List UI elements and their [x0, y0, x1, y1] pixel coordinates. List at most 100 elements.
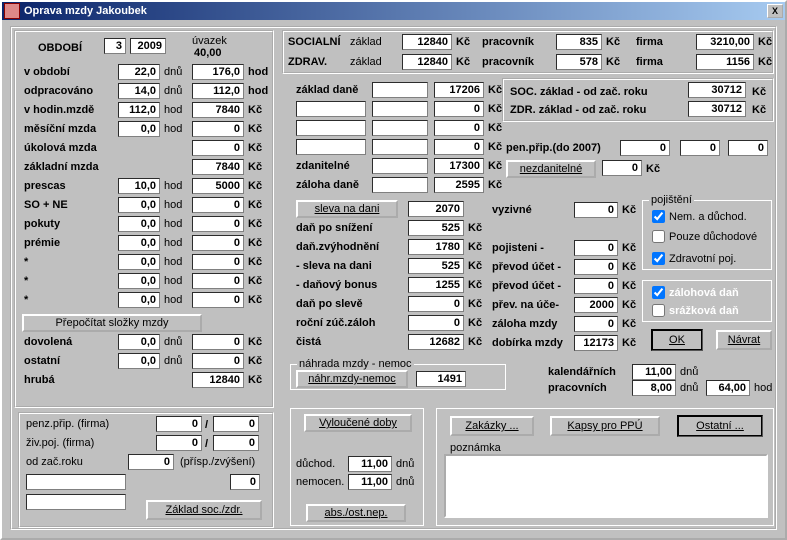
ml2-lfld[interactable] — [296, 120, 366, 136]
lrow4-b[interactable]: 0 — [192, 140, 244, 156]
lrow7-a[interactable]: 0,0 — [118, 197, 160, 213]
lrow1-b[interactable]: 112,0 — [192, 83, 244, 99]
sleva-v[interactable]: 2070 — [408, 201, 464, 217]
lrow2-2-b[interactable]: 12840 — [192, 372, 244, 388]
hod-v[interactable]: 64,00 — [706, 380, 750, 396]
ml3-b[interactable]: 0 — [434, 139, 484, 155]
nezdanitelne-button[interactable]: nezdanitelné — [506, 160, 596, 178]
r3-v[interactable]: 0 — [574, 259, 618, 275]
lrow11-b[interactable]: 0 — [192, 273, 244, 289]
zdr-zaklad[interactable]: 12840 — [402, 54, 452, 70]
kal-v[interactable]: 11,00 — [632, 364, 676, 380]
chk-zaloh-box[interactable] — [652, 286, 665, 299]
lrow10-a[interactable]: 0,0 — [118, 254, 160, 270]
lrow8-a[interactable]: 0,0 — [118, 216, 160, 232]
lrow3-a[interactable]: 0,0 — [118, 121, 160, 137]
chk-duchod-box[interactable] — [652, 230, 665, 243]
pen07-c[interactable]: 0 — [728, 140, 768, 156]
lrow12-b[interactable]: 0 — [192, 292, 244, 308]
chk-zdrav[interactable]: Zdravotní poj. — [652, 252, 736, 265]
r5-v[interactable]: 2000 — [574, 297, 618, 313]
chk-srazk[interactable]: srážková daň — [652, 304, 739, 317]
abs-button[interactable]: abs./ost.nep. — [306, 504, 406, 522]
vyl-button[interactable]: Vyloučené doby — [304, 414, 412, 432]
zaklad-soc-zdr-button[interactable]: Základ soc./zdr. — [146, 500, 262, 520]
soc-zaklad[interactable]: 12840 — [402, 34, 452, 50]
ml4-a[interactable] — [372, 158, 428, 174]
lrow7-b[interactable]: 0 — [192, 197, 244, 213]
navrat-button[interactable]: Návrat — [716, 330, 772, 350]
lrow2-1-a[interactable]: 0,0 — [118, 353, 160, 369]
penz-blank3[interactable]: 0 — [230, 474, 260, 490]
lrow3-b[interactable]: 0 — [192, 121, 244, 137]
lrow10-b[interactable]: 0 — [192, 254, 244, 270]
lrow2-0-b[interactable]: 0 — [192, 334, 244, 350]
ml3-lfld[interactable] — [296, 139, 366, 155]
prepocitat-button[interactable]: Přepočítat složky mzdy — [22, 314, 202, 332]
r2-v[interactable]: 0 — [574, 240, 618, 256]
lrow5-b[interactable]: 7840 — [192, 159, 244, 175]
prac-v[interactable]: 8,00 — [632, 380, 676, 396]
soc-firma[interactable]: 3210,00 — [696, 34, 754, 50]
penz-blank2[interactable] — [26, 494, 126, 510]
zdr-prac[interactable]: 578 — [556, 54, 602, 70]
lrow0-b[interactable]: 176,0 — [192, 64, 244, 80]
ml2-a[interactable] — [372, 120, 428, 136]
penz-blank1[interactable] — [26, 474, 126, 490]
lrow2-b[interactable]: 7840 — [192, 102, 244, 118]
dedu6-v[interactable]: 12682 — [408, 334, 464, 350]
ml3-a[interactable] — [372, 139, 428, 155]
penz-v1a[interactable]: 0 — [156, 416, 202, 432]
chk-duchod[interactable]: Pouze důchodové — [652, 230, 757, 243]
lrow11-a[interactable]: 0,0 — [118, 273, 160, 289]
nezd-v[interactable]: 0 — [602, 160, 642, 176]
dedu0-v[interactable]: 525 — [408, 220, 464, 236]
dedu5-v[interactable]: 0 — [408, 315, 464, 331]
ml4-b[interactable]: 17300 — [434, 158, 484, 174]
lrow6-b[interactable]: 5000 — [192, 178, 244, 194]
lrow12-a[interactable]: 0,0 — [118, 292, 160, 308]
lrow2-a[interactable]: 112,0 — [118, 102, 160, 118]
penz-v3[interactable]: 0 — [128, 454, 174, 470]
nahr-button[interactable]: náhr.mzdy-nemoc — [296, 370, 408, 388]
ml1-b[interactable]: 0 — [434, 101, 484, 117]
ml1-lfld[interactable] — [296, 101, 366, 117]
r4-v[interactable]: 0 — [574, 278, 618, 294]
duch-v[interactable]: 11,00 — [348, 456, 392, 472]
nahr-v[interactable]: 1491 — [416, 371, 466, 387]
dedu2-v[interactable]: 525 — [408, 258, 464, 274]
zakazky-button[interactable]: Zakázky ... — [450, 416, 534, 436]
obdobi-year[interactable]: 2009 — [130, 38, 166, 54]
pen07-a[interactable]: 0 — [620, 140, 670, 156]
ml5-b[interactable]: 2595 — [434, 177, 484, 193]
lrow0-a[interactable]: 22,0 — [118, 64, 160, 80]
kapsy-button[interactable]: Kapsy pro PPÚ — [550, 416, 660, 436]
r6-v[interactable]: 0 — [574, 316, 618, 332]
ml2-b[interactable]: 0 — [434, 120, 484, 136]
ml1-a[interactable] — [372, 101, 428, 117]
chk-zaloh[interactable]: zálohová daň — [652, 286, 739, 299]
dedu3-v[interactable]: 1255 — [408, 277, 464, 293]
sleva-button[interactable]: sleva na dani — [296, 200, 398, 218]
penz-v2b[interactable]: 0 — [213, 435, 259, 451]
zdr-firma[interactable]: 1156 — [696, 54, 754, 70]
yr-soc-v[interactable]: 30712 — [688, 82, 746, 98]
chk-nemoc-box[interactable] — [652, 210, 665, 223]
dedu1-v[interactable]: 1780 — [408, 239, 464, 255]
ml0-a[interactable] — [372, 82, 428, 98]
close-button[interactable]: X — [767, 4, 783, 18]
lrow9-b[interactable]: 0 — [192, 235, 244, 251]
chk-zdrav-box[interactable] — [652, 252, 665, 265]
dedu4-v[interactable]: 0 — [408, 296, 464, 312]
ml5-a[interactable] — [372, 177, 428, 193]
obdobi-month[interactable]: 3 — [104, 38, 126, 54]
yr-zdr-v[interactable]: 30712 — [688, 101, 746, 117]
penz-v2a[interactable]: 0 — [156, 435, 202, 451]
ml0-b[interactable]: 17206 — [434, 82, 484, 98]
lrow6-a[interactable]: 10,0 — [118, 178, 160, 194]
pen07-b[interactable]: 0 — [680, 140, 720, 156]
lrow2-1-b[interactable]: 0 — [192, 353, 244, 369]
pozn-textarea[interactable] — [444, 454, 768, 518]
r0-v[interactable]: 0 — [574, 202, 618, 218]
soc-prac[interactable]: 835 — [556, 34, 602, 50]
